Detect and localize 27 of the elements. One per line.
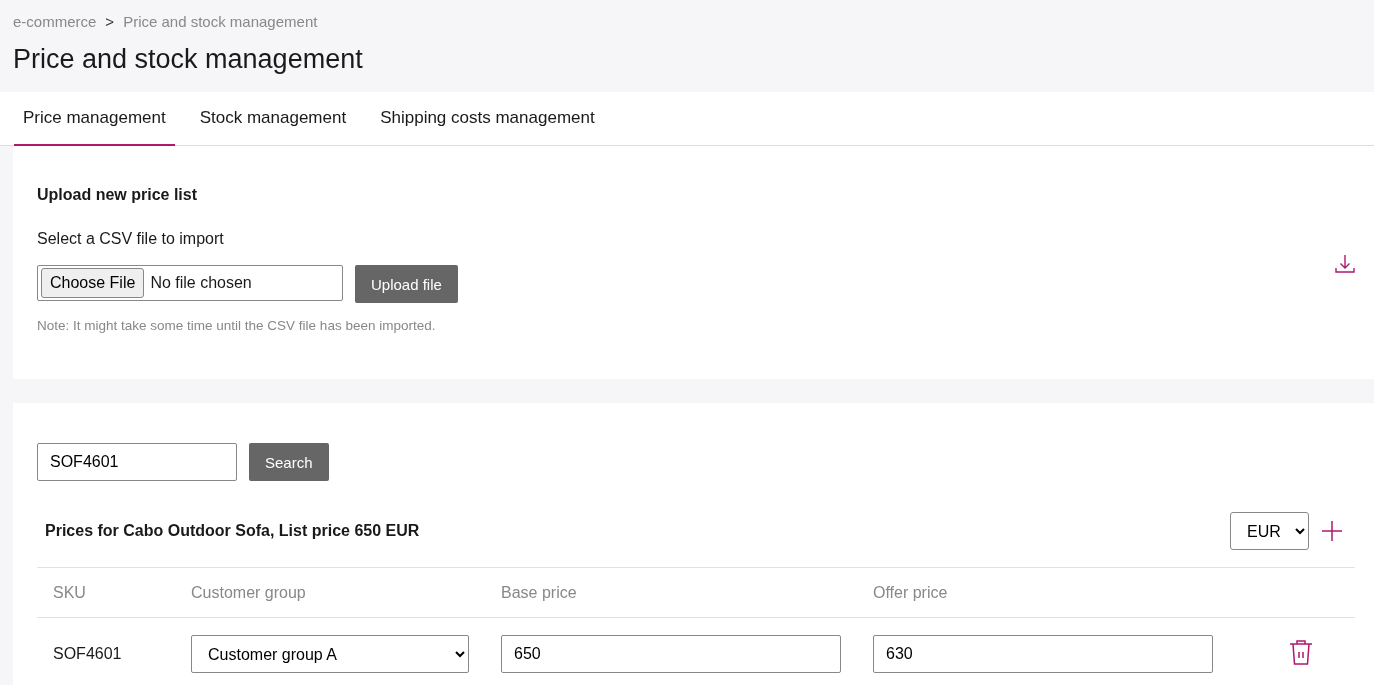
column-header: Offer price: [873, 583, 949, 602]
base-price-field[interactable]: 650: [501, 635, 841, 673]
column-header: Base price: [501, 583, 578, 602]
section-title: Upload new price list: [37, 186, 199, 204]
offer-price-field[interactable]: 630: [873, 635, 1213, 673]
breadcrumb-item: Price and stock management: [123, 13, 318, 30]
add-icon[interactable]: [1321, 520, 1343, 542]
table-cell-text: SOF4601: [53, 645, 123, 663]
search-field[interactable]: SOF4601: [37, 443, 237, 481]
breadcrumb-separator: >: [105, 13, 115, 30]
customer-group-select[interactable]: Customer group A: [191, 635, 469, 673]
search-button[interactable]: Search: [249, 443, 329, 481]
choose-file-button[interactable]: Choose File: [41, 268, 145, 298]
prices-title: Prices for Cabo Outdoor Sofa, List price 650 EUR: [45, 522, 420, 540]
upload-button[interactable]: Upload file: [355, 265, 458, 303]
file-status: No file chosen: [150, 274, 252, 292]
download-icon[interactable]: [1334, 253, 1356, 275]
page-title: Price and stock management: [13, 44, 364, 76]
column-header: SKU: [53, 583, 87, 602]
column-header: Customer group: [191, 583, 307, 602]
note-text: Note: It might take some time until the CSV file has been imported.: [37, 318, 437, 333]
field-label: Select a CSV file to import: [37, 230, 225, 248]
tab[interactable]: Shipping costs management: [371, 92, 604, 146]
currency-select[interactable]: EUR: [1230, 512, 1309, 550]
file-input[interactable]: Choose File No file chosen: [37, 265, 343, 301]
trash-icon[interactable]: [1289, 639, 1313, 665]
tab[interactable]: Stock management: [190, 92, 356, 146]
